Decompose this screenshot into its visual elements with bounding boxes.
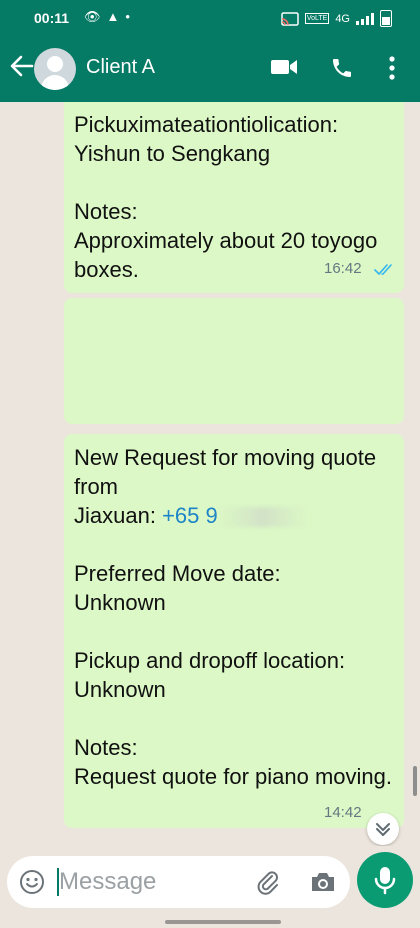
avatar-icon[interactable] — [34, 48, 76, 90]
mic-button[interactable] — [357, 852, 413, 908]
scrollbar-thumb[interactable] — [413, 766, 417, 796]
redaction-blur — [217, 507, 308, 528]
status-time: 00:11 — [34, 10, 70, 26]
mic-icon — [374, 867, 396, 895]
camera-icon[interactable] — [309, 869, 337, 895]
phone-icon[interactable] — [330, 56, 354, 80]
chat-header: Client A — [0, 36, 420, 102]
cast-icon — [281, 11, 299, 26]
message-text: Preferred Move date: Unknown Pickup and … — [74, 561, 392, 789]
battery-icon — [380, 10, 392, 27]
message-text: New Request for moving quote from — [74, 445, 377, 499]
message-bubble[interactable]: New Request for moving quote from Jiaxua… — [64, 434, 404, 828]
attach-icon[interactable] — [255, 869, 281, 895]
message-bubble-blank[interactable] — [64, 298, 404, 424]
message-text: Pickuximateationtiolication: Yishun to S… — [74, 112, 378, 282]
video-call-icon[interactable] — [270, 56, 298, 78]
status-left-icons: 👁▲• — [84, 9, 136, 25]
eye-icon: 👁 — [84, 9, 107, 24]
phone-link[interactable]: +65 9 — [162, 503, 218, 528]
double-chevron-down-icon — [376, 823, 390, 836]
message-time: 16:42 — [324, 260, 362, 277]
volte-badge: VoLTE — [304, 13, 330, 24]
chat-area[interactable]: Pickuximateationtiolication: Yishun to S… — [0, 102, 420, 846]
network-type: 4G — [335, 12, 350, 25]
alert-icon: ▲ — [106, 9, 126, 24]
sender-name: Jiaxuan: — [74, 503, 163, 528]
status-right-icons: VoLTE 4G — [281, 10, 392, 27]
home-indicator — [165, 920, 281, 924]
scroll-down-button[interactable] — [367, 813, 399, 845]
dot-icon: • — [125, 9, 136, 24]
status-bar: 00:11 👁▲• VoLTE 4G — [0, 0, 420, 36]
message-time: 14:42 — [324, 804, 362, 821]
more-vert-icon[interactable] — [388, 55, 396, 81]
message-input[interactable] — [59, 863, 249, 901]
emoji-icon[interactable] — [19, 869, 45, 895]
contact-name[interactable]: Client A — [86, 56, 155, 79]
signal-icon — [356, 12, 374, 25]
read-ticks-icon — [374, 264, 392, 276]
message-composer — [7, 856, 350, 908]
back-arrow-icon[interactable] — [8, 52, 36, 80]
message-bubble[interactable]: Pickuximateationtiolication: Yishun to S… — [64, 102, 404, 293]
sender-line: Jiaxuan: +65 9 — [74, 501, 394, 530]
